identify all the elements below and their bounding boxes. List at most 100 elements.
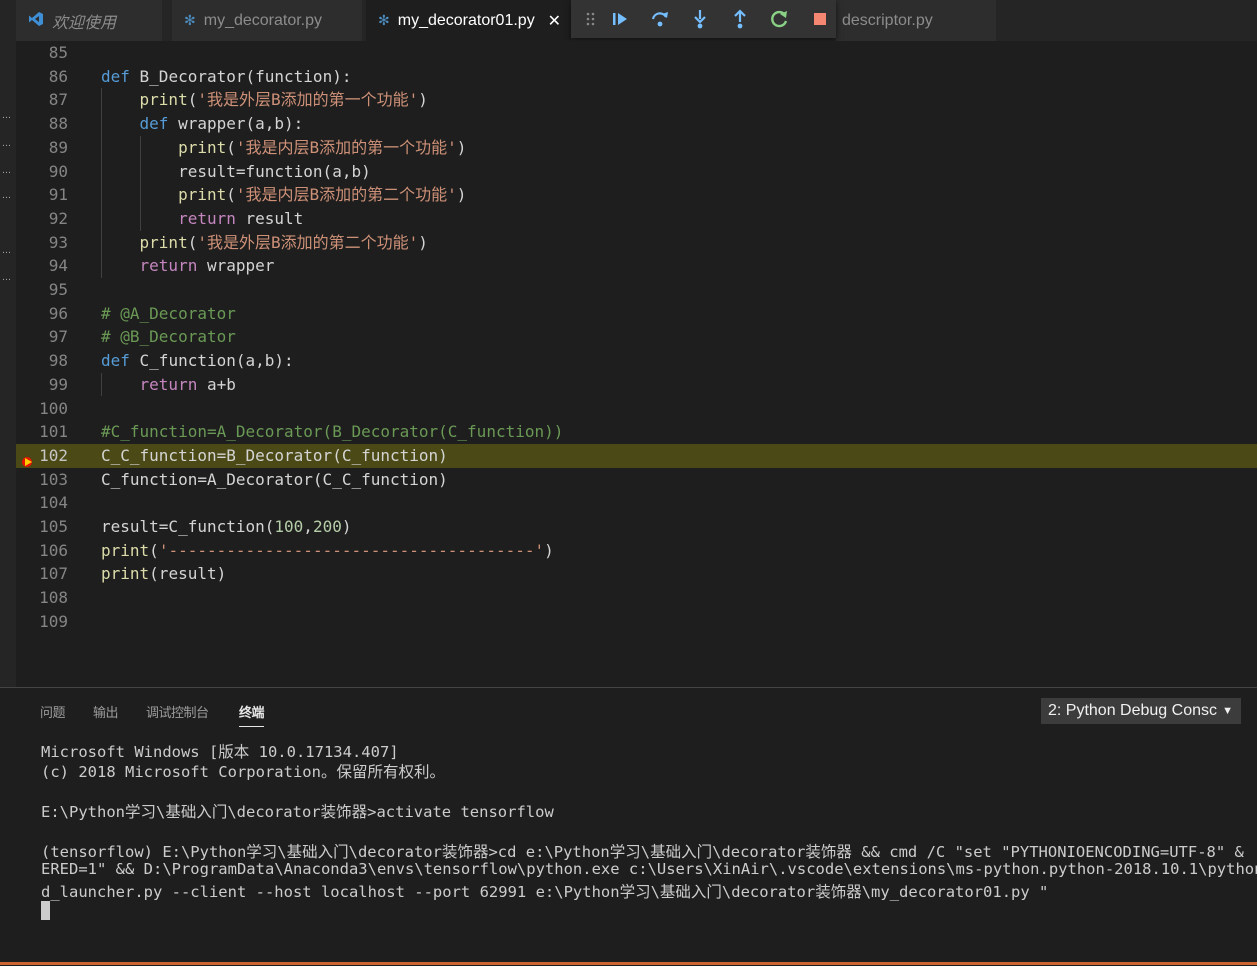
line-number[interactable]: 86 <box>16 65 68 89</box>
tab-problems[interactable]: 问题 <box>40 702 66 721</box>
line-number[interactable]: 96 <box>16 302 68 326</box>
bottom-panel: 问题 输出 调试控制台 终端 2: Python Debug Consc ▼ M… <box>0 687 1257 966</box>
line-number[interactable]: 87 <box>16 88 68 112</box>
code-line[interactable]: 95 <box>16 278 1257 302</box>
code-text: return a+b <box>139 374 236 394</box>
line-number[interactable]: 101 <box>16 420 68 444</box>
line-number[interactable]: 104 <box>16 491 68 515</box>
code-line[interactable]: 103 C_function=A_Decorator(C_C_function) <box>16 468 1257 492</box>
code-line[interactable]: 92 return result <box>16 207 1257 231</box>
code-line[interactable]: 96 # @A_Decorator <box>16 302 1257 326</box>
code-text: #C_function=A_Decorator(B_Decorator(C_fu… <box>101 422 564 442</box>
indent-guide <box>101 372 102 397</box>
code-line[interactable]: 109 <box>16 610 1257 634</box>
code-text: return wrapper <box>139 256 275 276</box>
terminal-line: d_launcher.py --client --host localhost … <box>41 883 1049 901</box>
tab-my-decorator01[interactable]: ✻ my_decorator01.py ✕ <box>366 0 571 41</box>
code-text: def C_function(a,b): <box>101 351 294 371</box>
code-line[interactable]: 105 result=C_function(100,200) <box>16 515 1257 539</box>
line-number[interactable]: 90 <box>16 160 68 184</box>
code-line[interactable]: 85 <box>16 41 1257 65</box>
terminal-select[interactable]: 2: Python Debug Consc ▼ <box>1041 698 1241 724</box>
code-text: print('我是内层B添加的第二个功能') <box>178 185 467 205</box>
code-line[interactable]: 97 # @B_Decorator <box>16 325 1257 349</box>
line-number[interactable]: 92 <box>16 207 68 231</box>
line-number[interactable]: 103 <box>16 468 68 492</box>
restart-icon[interactable] <box>767 6 793 32</box>
code-text: return result <box>178 208 304 228</box>
code-line[interactable]: 106 print('------------------------------… <box>16 539 1257 563</box>
code-text: print('---------------------------------… <box>101 540 554 560</box>
tab-label: my_decorator.py <box>203 11 323 29</box>
code-line[interactable]: 88 def wrapper(a,b): <box>16 112 1257 136</box>
code-text: C_C_function=B_Decorator(C_function) <box>101 445 448 465</box>
tab-output[interactable]: 输出 <box>93 702 119 721</box>
line-number[interactable]: 89 <box>16 136 68 160</box>
step-out-icon[interactable] <box>727 6 753 32</box>
tab-debug-console[interactable]: 调试控制台 <box>146 702 209 721</box>
code-text: def wrapper(a,b): <box>139 114 304 134</box>
chevron-down-icon: ▼ <box>1222 705 1233 717</box>
line-number[interactable]: 97 <box>16 325 68 349</box>
code-line[interactable]: 98 def C_function(a,b): <box>16 349 1257 373</box>
terminal-line: E:\Python学习\基础入门\decorator装饰器>activate t… <box>41 803 554 821</box>
line-number[interactable]: 93 <box>16 231 68 255</box>
more-icon: … <box>2 111 11 121</box>
code-line[interactable]: 107 print(result) <box>16 562 1257 586</box>
line-number[interactable]: 88 <box>16 112 68 136</box>
line-number[interactable]: 105 <box>16 515 68 539</box>
code-line[interactable]: 104 <box>16 491 1257 515</box>
code-line[interactable]: 99 return a+b <box>16 373 1257 397</box>
step-over-icon[interactable] <box>647 6 673 32</box>
code-line[interactable]: 89 print('我是内层B添加的第一个功能') <box>16 136 1257 160</box>
code-text: result=C_function(100,200) <box>101 517 352 536</box>
line-number[interactable]: 85 <box>16 41 68 65</box>
line-number[interactable]: 108 <box>16 586 68 610</box>
more-icon: … <box>2 166 11 176</box>
code-line[interactable]: 102 C_C_function=B_Decorator(C_function) <box>16 443 1257 468</box>
line-number[interactable]: 107 <box>16 562 68 586</box>
code-line[interactable]: 90 result=function(a,b) <box>16 160 1257 184</box>
code-line[interactable]: 101 #C_function=A_Decorator(B_Decorator(C… <box>16 420 1257 444</box>
code-text: result=function(a,b) <box>101 161 371 181</box>
close-icon[interactable]: ✕ <box>548 11 561 31</box>
line-number[interactable]: 106 <box>16 539 68 563</box>
line-number[interactable]: 98 <box>16 349 68 373</box>
python-icon: ✻ <box>184 12 196 28</box>
tab-my-decorator[interactable]: ✻ my_decorator.py <box>172 0 362 41</box>
vscode-icon <box>28 11 44 30</box>
code-line[interactable]: 100 <box>16 397 1257 421</box>
stop-icon[interactable] <box>807 6 833 32</box>
more-icon: … <box>2 273 11 283</box>
code-line[interactable]: 108 <box>16 586 1257 610</box>
drag-handle-icon[interactable] <box>578 6 604 32</box>
code-line[interactable]: 94 return wrapper <box>16 254 1257 278</box>
line-number[interactable]: 95 <box>16 278 68 302</box>
step-into-icon[interactable] <box>687 6 713 32</box>
line-number[interactable]: 94 <box>16 254 68 278</box>
code-text: # @B_Decorator <box>101 327 236 347</box>
line-number[interactable]: 91 <box>16 183 68 207</box>
line-number[interactable]: 99 <box>16 373 68 397</box>
more-icon: … <box>2 246 11 256</box>
more-icon: … <box>2 139 11 149</box>
debug-toolbar <box>571 0 836 38</box>
code-line[interactable]: 91 print('我是内层B添加的第二个功能') <box>16 183 1257 207</box>
tab-terminal[interactable]: 终端 <box>239 702 265 727</box>
code-text: print(result) <box>101 564 227 584</box>
code-text: def B_Decorator(function): <box>101 66 352 86</box>
tab-welcome[interactable]: 欢迎使用 <box>16 0 162 41</box>
breakpoint-icon[interactable] <box>22 451 32 467</box>
code-editor[interactable]: 85 86 def B_Decorator(function): 87 print('… <box>16 41 1257 687</box>
code-line[interactable]: 93 print('我是外层B添加的第二个功能') <box>16 231 1257 255</box>
tab-descriptor[interactable]: descriptor.py <box>836 0 996 41</box>
continue-icon[interactable] <box>607 6 633 32</box>
more-icon: … <box>2 191 11 201</box>
code-text: print('我是外层B添加的第一个功能') <box>139 90 428 110</box>
python-icon: ✻ <box>378 12 390 28</box>
line-number[interactable]: 100 <box>16 397 68 421</box>
code-line[interactable]: 87 print('我是外层B添加的第一个功能') <box>16 88 1257 112</box>
code-line[interactable]: 86 def B_Decorator(function): <box>16 65 1257 89</box>
line-number[interactable]: 109 <box>16 610 68 634</box>
terminal-line: (c) 2018 Microsoft Corporation。保留所有权利。 <box>41 763 445 781</box>
